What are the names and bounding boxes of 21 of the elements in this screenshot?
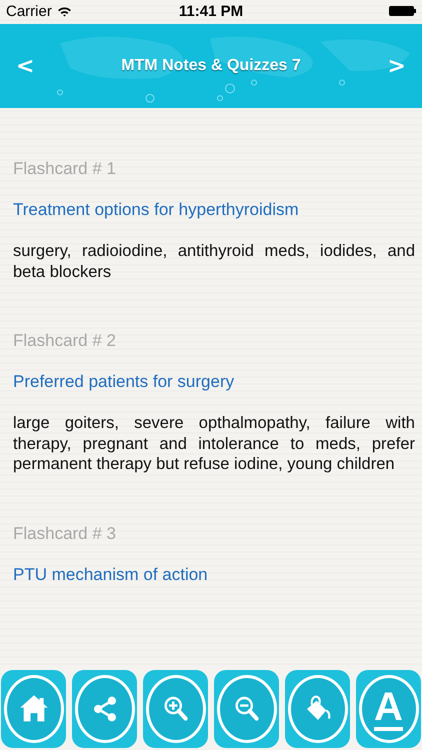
flashcard-number: Flashcard # 1 [13, 158, 117, 180]
flashcard-answer: surgery, radioiodine, antithyroid meds, iodides, and beta blockers [13, 241, 415, 282]
battery-icon [389, 6, 416, 16]
flashcard-question: Preferred patients for surgery [13, 371, 236, 393]
forward-button[interactable]: > [384, 52, 410, 80]
zoom-in-button[interactable] [143, 670, 208, 748]
back-button[interactable]: < [12, 52, 38, 80]
font-button[interactable]: A [356, 670, 421, 748]
clock-time: 11:41 PM [178, 2, 244, 20]
screen-title: MTM Notes & Quizzes 7 [121, 57, 301, 75]
wifi-icon [56, 6, 72, 16]
home-button[interactable] [1, 670, 66, 748]
flashcard-question: PTU mechanism of action [13, 564, 209, 586]
paint-button[interactable] [285, 670, 350, 748]
carrier-label: Carrier [6, 2, 52, 20]
zoom-out-button[interactable] [214, 670, 279, 748]
flashcard-number: Flashcard # 2 [13, 330, 117, 352]
flashcard-question: Treatment options for hyperthyroidism [13, 199, 300, 221]
share-button[interactable] [72, 670, 137, 748]
flashcard-number: Flashcard # 3 [13, 522, 117, 544]
flashcard-answer: large goiters, severe opthalmopathy, failure with therapy, pregnant and intolerance to meds, prefer permanent therapy but refuse iodine, young children [13, 413, 415, 474]
